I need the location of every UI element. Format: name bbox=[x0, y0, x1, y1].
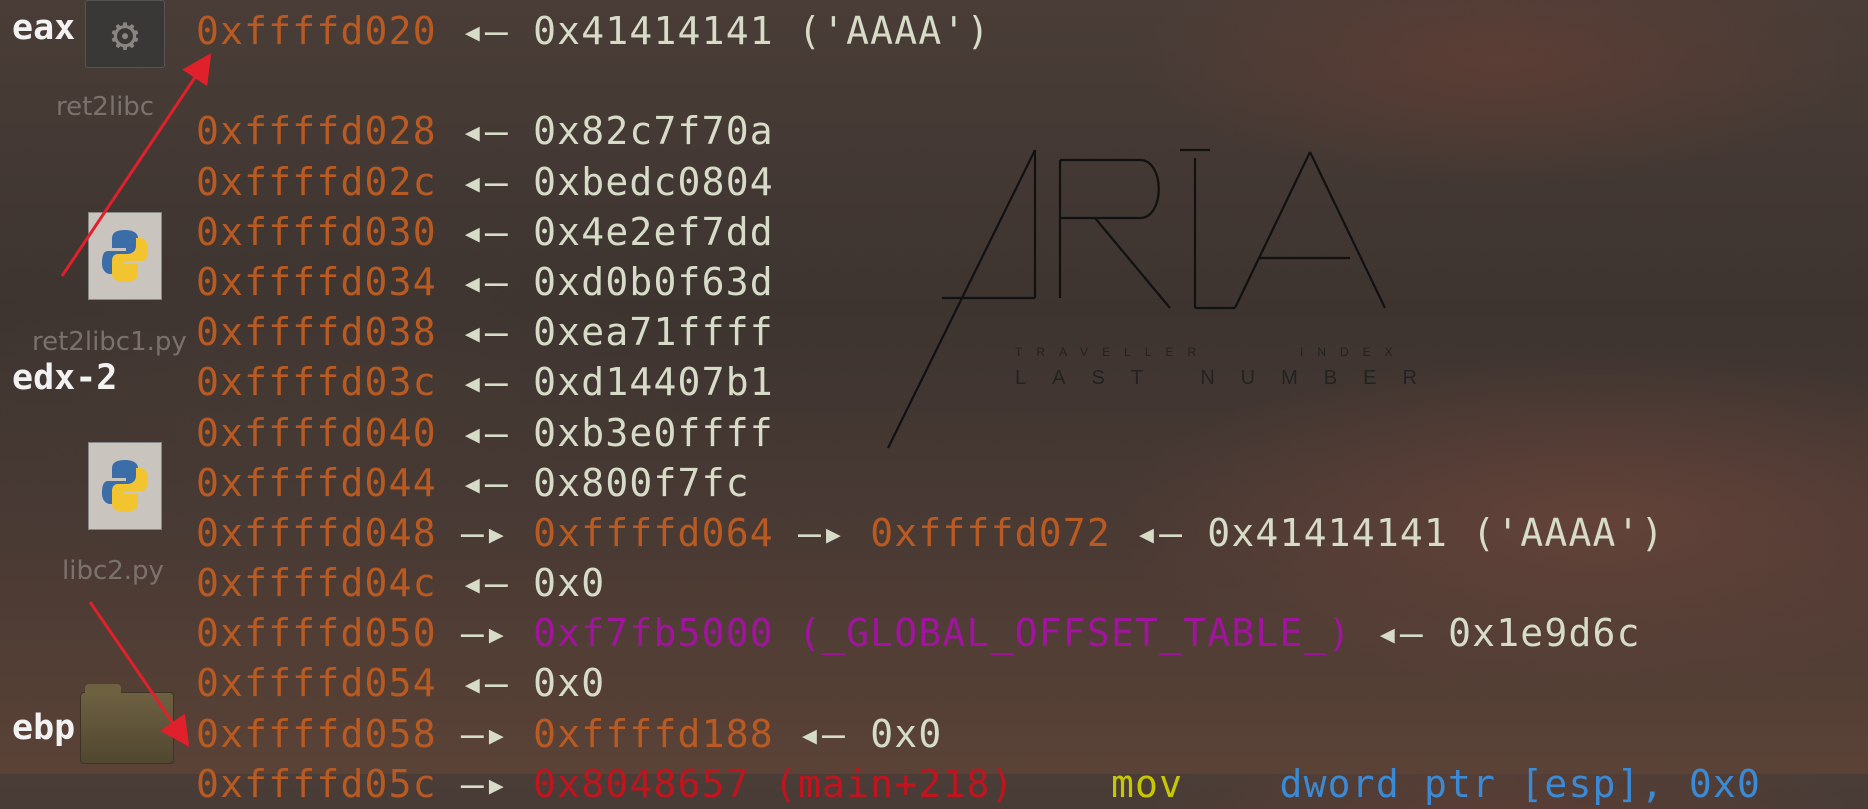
stack-address: 0xffffd04c bbox=[196, 561, 437, 606]
stack-line: 0xffffd030 ◂— 0x4e2ef7dd bbox=[196, 207, 1761, 257]
stack-arrow: —▸ bbox=[436, 611, 534, 656]
gear-icon[interactable]: ⚙ bbox=[85, 0, 165, 68]
register-label-edx: edx-2 bbox=[12, 358, 118, 398]
stack-address: 0xffffd058 bbox=[196, 711, 437, 756]
desktop-icon-label-ret2libc1: ret2libc1.py bbox=[32, 327, 187, 357]
stack-value: 0x41414141 ('AAAA') bbox=[533, 9, 991, 53]
stack-dump: 0xffffd020 ◂— 0x41414141 ('AAAA') 0xffff… bbox=[196, 6, 1761, 809]
stack-address: 0xffffd040 bbox=[196, 410, 437, 455]
python-file-icon[interactable] bbox=[88, 212, 162, 300]
stack-line: 0xffffd03c ◂— 0xd14407b1 bbox=[196, 357, 1761, 407]
stack-arrow: ◂— bbox=[436, 109, 534, 154]
stack-value: 0xb3e0ffff bbox=[533, 410, 774, 455]
desktop-icon-label-ret2libc: ret2libc bbox=[56, 92, 155, 122]
stack-arrow: ◂— bbox=[436, 209, 534, 254]
desktop-icon-label-libc2: libc2.py bbox=[62, 556, 164, 586]
stack-value: 0x41414141 ('AAAA') bbox=[1207, 510, 1665, 555]
stack-line: 0xffffd034 ◂— 0xd0b0f63d bbox=[196, 257, 1761, 307]
stack-address: 0xffffd028 bbox=[196, 109, 437, 154]
stack-arrow: ◂— bbox=[436, 561, 534, 606]
stack-address: 0xffffd034 bbox=[196, 259, 437, 304]
stack-arrow: ◂— bbox=[436, 661, 534, 706]
stack-line bbox=[196, 56, 1761, 106]
stack-line: 0xffffd048 —▸ 0xffffd064 —▸ 0xffffd072 ◂… bbox=[196, 508, 1761, 558]
stack-address: 0xffffd044 bbox=[196, 460, 437, 505]
stack-line: 0xffffd04c ◂— 0x0 bbox=[196, 558, 1761, 608]
stack-arrow: —▸ bbox=[436, 510, 534, 555]
stack-line: 0xffffd020 ◂— 0x41414141 ('AAAA') bbox=[196, 6, 1761, 56]
stack-arrow: ◂— bbox=[1110, 510, 1208, 555]
stack-address: 0xffffd054 bbox=[196, 661, 437, 706]
folder-icon[interactable] bbox=[80, 684, 174, 764]
stack-value: 0x1e9d6c bbox=[1448, 611, 1641, 656]
stack-pointer: 0xffffd188 bbox=[533, 711, 774, 756]
stack-value: 0xbedc0804 bbox=[533, 159, 774, 204]
stack-code-pointer: 0x8048657 (main+218) bbox=[533, 761, 1015, 806]
stack-arrow: —▸ bbox=[436, 761, 534, 806]
stack-arrow: ◂— bbox=[436, 460, 534, 505]
stack-value: 0x4e2ef7dd bbox=[533, 209, 774, 254]
stack-arrow: ◂— bbox=[436, 159, 534, 204]
stack-line: 0xffffd02c ◂— 0xbedc0804 bbox=[196, 157, 1761, 207]
register-label-eax: eax bbox=[12, 8, 76, 48]
stack-address: 0xffffd020 bbox=[196, 9, 437, 53]
instruction-operand: dword ptr [esp], 0x0 bbox=[1279, 761, 1762, 806]
stack-address: 0xffffd02c bbox=[196, 159, 437, 204]
stack-line: 0xffffd028 ◂— 0x82c7f70a bbox=[196, 106, 1761, 156]
stack-value: 0xea71ffff bbox=[533, 310, 774, 355]
stack-value: 0xd14407b1 bbox=[533, 360, 774, 405]
register-label-ebp: ebp bbox=[12, 708, 76, 748]
stack-address: 0xffffd03c bbox=[196, 360, 437, 405]
stack-line: 0xffffd040 ◂— 0xb3e0ffff bbox=[196, 408, 1761, 458]
stack-arrow: —▸ bbox=[773, 510, 871, 555]
stack-arrow: ◂— bbox=[436, 310, 534, 355]
stack-arrow: ◂— bbox=[1351, 611, 1449, 656]
stack-line: 0xffffd054 ◂— 0x0 bbox=[196, 658, 1761, 708]
stack-value: 0x0 bbox=[533, 561, 606, 606]
stack-line: 0xffffd038 ◂— 0xea71ffff bbox=[196, 307, 1761, 357]
instruction-mnemonic: mov bbox=[1110, 761, 1184, 806]
stack-address: 0xffffd050 bbox=[196, 611, 437, 656]
stack-line: 0xffffd058 —▸ 0xffffd188 ◂— 0x0 bbox=[196, 709, 1761, 759]
stack-pointer: 0xffffd072 bbox=[870, 510, 1111, 555]
stack-line: 0xffffd044 ◂— 0x800f7fc bbox=[196, 458, 1761, 508]
stack-address: 0xffffd030 bbox=[196, 209, 437, 254]
stack-arrow: —▸ bbox=[436, 711, 534, 756]
stack-arrow: ◂— bbox=[436, 9, 534, 53]
stack-pointer: 0xffffd064 bbox=[533, 510, 774, 555]
stack-value: 0x0 bbox=[533, 661, 606, 706]
stack-value: 0x82c7f70a bbox=[533, 109, 774, 154]
stack-address: 0xffffd048 bbox=[196, 510, 437, 555]
stack-arrow: ◂— bbox=[773, 711, 871, 756]
python-file-icon[interactable] bbox=[88, 442, 162, 530]
stack-line: 0xffffd050 —▸ 0xf7fb5000 (_GLOBAL_OFFSET… bbox=[196, 608, 1761, 658]
stack-value: 0xd0b0f63d bbox=[533, 259, 774, 304]
stack-arrow: ◂— bbox=[436, 360, 534, 405]
stack-address: 0xffffd05c bbox=[196, 761, 437, 806]
stack-address: 0xffffd038 bbox=[196, 310, 437, 355]
stack-line: 0xffffd05c —▸ 0x8048657 (main+218) mov d… bbox=[196, 759, 1761, 809]
stack-value: 0x0 bbox=[870, 711, 943, 756]
stack-arrow: ◂— bbox=[436, 410, 534, 455]
stack-got-pointer: 0xf7fb5000 (_GLOBAL_OFFSET_TABLE_) bbox=[533, 611, 1352, 656]
stack-arrow: ◂— bbox=[436, 259, 534, 304]
stack-value: 0x800f7fc bbox=[533, 460, 750, 505]
